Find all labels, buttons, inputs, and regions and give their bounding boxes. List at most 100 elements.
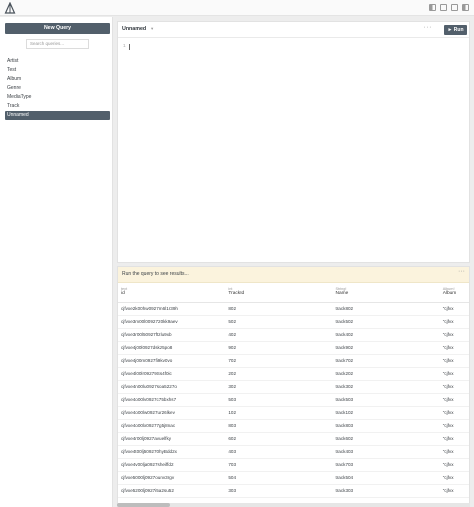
table-cell[interactable]: "cjfvx [439, 393, 469, 407]
table-cell[interactable]: 503 [225, 393, 333, 407]
table-row[interactable]: cjfvxe2k00hw0927m6l1r39h 802 track802 "cjfv… [118, 302, 469, 316]
table-row[interactable]: cjfvxe4l00lr09279Ss4f0ic 202 track202 "cjfv… [118, 367, 469, 381]
table-cell[interactable]: 302 [225, 380, 333, 394]
table-cell[interactable]: track403 [332, 445, 440, 459]
table-cell[interactable]: cjfvxe2k00hw0927m6l1r39h [118, 302, 226, 316]
table-cell[interactable]: "cjfvx [439, 471, 469, 485]
table-row[interactable]: cjfvxe3r00l50927ftzlu9xb 402 track402 "cjfv… [118, 328, 469, 342]
table-row[interactable]: cjfvxe4o00lv0927c75bxhs7 503 track503 "cjfv… [118, 393, 469, 407]
table-cell[interactable]: track803 [332, 419, 440, 433]
table-cell[interactable]: track802 [332, 302, 440, 316]
query-item-mediatype[interactable]: MediaType [5, 93, 110, 102]
table-cell[interactable]: "cjfvx [439, 315, 469, 329]
query-title[interactable]: Unnamed [122, 26, 146, 32]
column-header-trackid[interactable]: int TrackId [225, 286, 333, 303]
table-cell[interactable]: track102 [332, 406, 440, 420]
column-header-name[interactable]: String! Name [332, 286, 440, 303]
table-cell[interactable]: track502 [332, 315, 440, 329]
table-cell[interactable]: cjfvxe4l00lr09279Ss4f0ic [118, 367, 226, 381]
new-query-button[interactable]: New Query [5, 23, 110, 34]
table-row[interactable]: cjfvxe5000lj0927ounv3rgv 504 track504 "cjfv… [118, 471, 469, 485]
table-cell[interactable]: "cjfvx [439, 328, 469, 342]
run-button[interactable]: ► Run [444, 25, 467, 35]
table-row[interactable]: cjfvxe3m00l0092720kk9aev 502 track502 "cjfv… [118, 315, 469, 329]
table-cell[interactable]: "cjfvx [439, 380, 469, 394]
table-cell[interactable]: 502 [225, 315, 333, 329]
query-item-track[interactable]: Track [5, 102, 110, 111]
query-item-unnamed[interactable]: Unnamed [5, 111, 110, 120]
table-row[interactable]: cjfvxe4o00lw0927ur26lkev 102 track102 "cjfv… [118, 406, 469, 420]
table-row[interactable]: cjfvxe4j00l0927dskz5po8 902 track902 "cjfvx [118, 341, 469, 355]
table-cell[interactable]: cjfvxe4t00lj509270hyBdd2x [118, 445, 226, 459]
table-cell[interactable]: cjfvxe3r00l50927ftzlu9xb [118, 328, 226, 342]
table-cell[interactable]: track503 [332, 393, 440, 407]
table-cell[interactable]: track303 [332, 484, 440, 498]
table-cell[interactable]: track602 [332, 432, 440, 446]
query-item-genre[interactable]: Genre [5, 84, 110, 93]
table-cell[interactable]: track902 [332, 341, 440, 355]
table-cell[interactable]: "cjfvx [439, 354, 469, 368]
table-cell[interactable]: 902 [225, 341, 333, 355]
table-cell[interactable]: "cjfvx [439, 302, 469, 316]
table-cell[interactable]: cjfvxe4o00lv0927c75bxhs7 [118, 393, 226, 407]
table-cell[interactable]: cjfvxe4o00lx09277g5j8nac [118, 419, 226, 433]
results-menu-icon[interactable]: ··· [458, 268, 465, 275]
column-header-id[interactable]: text id [118, 286, 226, 303]
table-cell[interactable]: 703 [225, 458, 333, 472]
table-cell[interactable]: 202 [225, 367, 333, 381]
search-queries-input[interactable]: Search queries... [26, 39, 89, 49]
table-cell[interactable]: 504 [225, 471, 333, 485]
table-row[interactable]: cjfvxe4v00lja0927sheiffd2 703 track703 "cjf… [118, 458, 469, 472]
chevron-down-icon[interactable]: ▾ [151, 26, 153, 32]
table-cell[interactable]: "cjfvx [439, 419, 469, 433]
column-header-album[interactable]: Album! Album [439, 286, 469, 303]
table-row[interactable]: cjfvxe4r00lj0927avuelfky 602 track602 "cjfv… [118, 432, 469, 446]
table-cell[interactable]: "cjfvx [439, 458, 469, 472]
table-cell[interactable]: "cjfvx [439, 432, 469, 446]
query-item-artist[interactable]: Artist [5, 57, 110, 66]
table-cell[interactable]: track202 [332, 367, 440, 381]
table-cell[interactable]: 803 [225, 419, 333, 433]
table-cell[interactable]: cjfvxe4j00m0927fi9kv0vo [118, 354, 226, 368]
table-cell[interactable]: cjfvxe4v00lja0927sheiffd2 [118, 458, 226, 472]
horizontal-layout-icon[interactable] [451, 4, 458, 11]
query-item-album[interactable]: Album [5, 75, 110, 84]
editor-menu-icon[interactable]: ··· [424, 24, 433, 31]
vertical-layout-icon[interactable] [440, 4, 447, 11]
scrollbar-thumb[interactable] [117, 503, 170, 507]
table-cell[interactable]: cjfvxe4n00lu0927soa5227o [118, 380, 226, 394]
table-row[interactable]: cjfvxe4n00lu0927soa5227o 302 track302 "cjfv… [118, 380, 469, 394]
table-cell[interactable]: "cjfvx [439, 341, 469, 355]
table-cell[interactable]: track402 [332, 328, 440, 342]
table-cell[interactable]: 102 [225, 406, 333, 420]
table-cell[interactable]: cjfvxe5200lj0927i5a2su52 [118, 484, 226, 498]
table-row[interactable]: cjfvxe4t00lj509270hyBdd2x 403 track403 "cjf… [118, 445, 469, 459]
table-cell[interactable]: 602 [225, 432, 333, 446]
table-cell[interactable]: 403 [225, 445, 333, 459]
query-item-test[interactable]: Test [5, 66, 110, 75]
table-row[interactable]: cjfvxe4j00m0927fi9kv0vo 702 track702 "cjfvx [118, 354, 469, 368]
table-cell[interactable]: cjfvxe4j00l0927dskz5po8 [118, 341, 226, 355]
table-cell[interactable]: cjfvxe3m00l0092720kk9aev [118, 315, 226, 329]
horizontal-scrollbar[interactable] [117, 503, 470, 507]
table-cell[interactable]: "cjfvx [439, 445, 469, 459]
table-cell[interactable]: track504 [332, 471, 440, 485]
table-cell[interactable]: cjfvxe4r00lj0927avuelfky [118, 432, 226, 446]
table-cell[interactable]: cjfvxe4o00lw0927ur26lkev [118, 406, 226, 420]
sidebar-toggle-icon[interactable] [462, 4, 469, 11]
table-cell[interactable]: "cjfvx [439, 484, 469, 498]
table-cell[interactable]: 702 [225, 354, 333, 368]
table-row[interactable]: cjfvxe5200lj0927i5a2su52 303 track303 "cjfv… [118, 484, 469, 498]
table-cell[interactable]: 303 [225, 484, 333, 498]
table-cell[interactable]: 802 [225, 302, 333, 316]
split-layout-icon[interactable] [429, 4, 436, 11]
table-cell[interactable]: 402 [225, 328, 333, 342]
table-cell[interactable]: track703 [332, 458, 440, 472]
table-cell[interactable]: "cjfvx [439, 406, 469, 420]
table-cell[interactable]: track302 [332, 380, 440, 394]
table-row[interactable]: cjfvxe4o00lx09277g5j8nac 803 track803 "cjfv… [118, 419, 469, 433]
text-cursor[interactable] [129, 44, 130, 50]
table-cell[interactable]: cjfvxe5000lj0927ounv3rgv [118, 471, 226, 485]
table-cell[interactable]: "cjfvx [439, 367, 469, 381]
table-cell[interactable]: track702 [332, 354, 440, 368]
